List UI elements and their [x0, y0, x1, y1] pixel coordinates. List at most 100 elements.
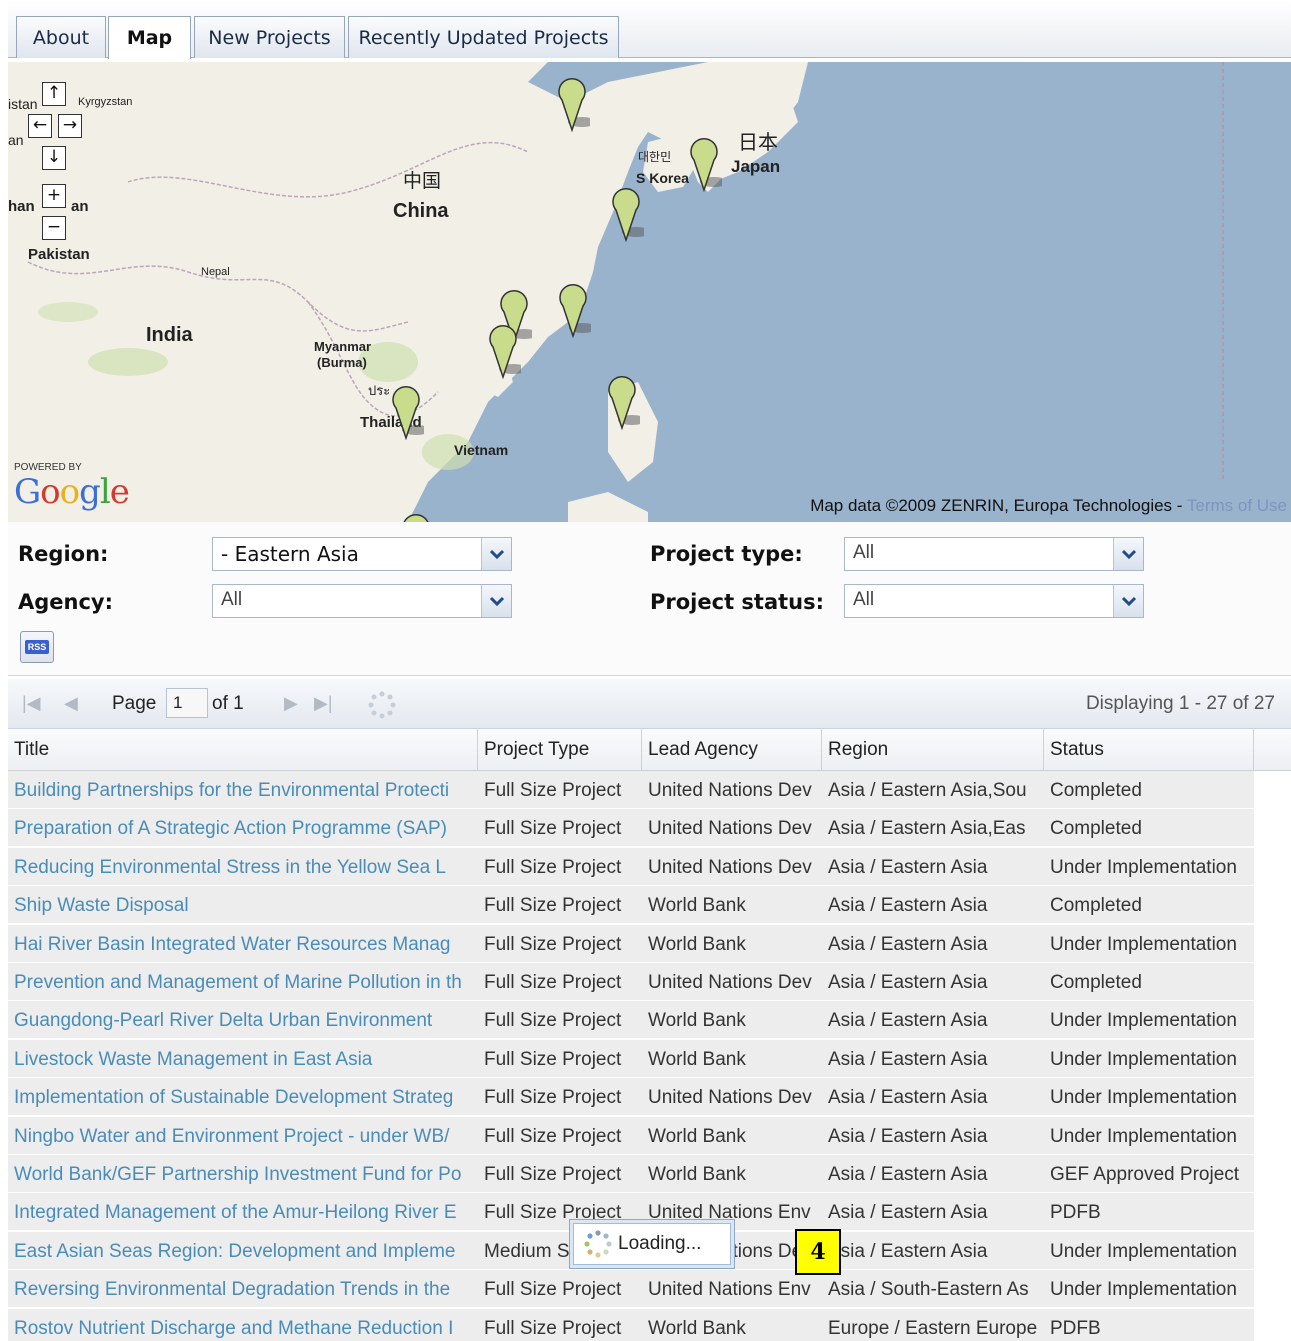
region-select[interactable]: - Eastern Asia — [212, 537, 512, 571]
last-page-icon[interactable]: ▶| — [314, 693, 333, 714]
cell-title[interactable]: Preparation of A Strategic Action Progra… — [8, 809, 478, 847]
table-row[interactable]: Ningbo Water and Environment Project - u… — [8, 1116, 1254, 1155]
chevron-down-icon[interactable] — [481, 585, 511, 617]
rss-button[interactable]: RSS — [20, 631, 54, 663]
table-row[interactable]: Building Partnerships for the Environmen… — [8, 771, 1254, 809]
agency-select[interactable]: All — [212, 584, 512, 618]
table-row[interactable]: Preparation of A Strategic Action Progra… — [8, 809, 1254, 848]
map-marker-icon[interactable] — [555, 276, 591, 338]
page-input[interactable]: 1 — [166, 688, 208, 718]
table-row[interactable]: Rostov Nutrient Discharge and Methane Re… — [8, 1308, 1254, 1341]
map-marker-icon[interactable] — [485, 317, 521, 379]
region-label: Region: — [18, 542, 109, 566]
table-row[interactable]: World Bank/GEF Partnership Investment Fu… — [8, 1155, 1254, 1193]
cell-title[interactable]: Reversing Environmental Degradation Tren… — [8, 1270, 478, 1308]
table-row[interactable]: Hai River Basin Integrated Water Resourc… — [8, 924, 1254, 963]
grid-header: Title Project Type Lead Agency Region St… — [8, 729, 1291, 771]
column-header-status[interactable]: Status — [1044, 729, 1254, 771]
tab-label: Map — [126, 27, 173, 49]
cell-title[interactable]: Integrated Management of the Amur-Heilon… — [8, 1193, 478, 1231]
column-header-title[interactable]: Title — [8, 729, 478, 771]
map-label-china: China — [393, 200, 449, 222]
map-label-india: India — [146, 324, 193, 346]
cell-title[interactable]: Reducing Environmental Stress in the Yel… — [8, 848, 478, 886]
cell-title[interactable]: Rostov Nutrient Discharge and Methane Re… — [8, 1309, 478, 1341]
map-marker-icon[interactable] — [388, 378, 424, 440]
cell-title[interactable]: Prevention and Management of Marine Poll… — [8, 963, 478, 1001]
cell-title[interactable]: Ningbo Water and Environment Project - u… — [8, 1117, 478, 1155]
cell-lead-agency: United Nations Dev — [648, 856, 812, 878]
cell-region: Asia / South-Eastern As — [828, 1279, 1029, 1301]
pan-left-icon[interactable]: ← — [28, 114, 52, 138]
next-page-icon[interactable]: ▶ — [284, 693, 298, 714]
cell-title[interactable]: Hai River Basin Integrated Water Resourc… — [8, 925, 478, 963]
column-header-lead-agency[interactable]: Lead Agency — [642, 729, 822, 771]
cell-region: Asia / Eastern Asia — [828, 1125, 988, 1147]
refresh-icon[interactable] — [368, 691, 396, 719]
map-marker-icon[interactable] — [608, 180, 644, 242]
tab-label: About — [32, 26, 90, 49]
column-header-region[interactable]: Region — [822, 729, 1044, 771]
cell-title[interactable]: Building Partnerships for the Environmen… — [8, 771, 478, 809]
first-page-icon[interactable]: |◀ — [22, 693, 41, 714]
table-row[interactable]: Reducing Environmental Stress in the Yel… — [8, 847, 1254, 886]
table-row[interactable]: Prevention and Management of Marine Poll… — [8, 963, 1254, 1001]
rss-icon: RSS — [24, 640, 50, 654]
table-row[interactable]: Guangdong-Pearl River Delta Urban Enviro… — [8, 1001, 1254, 1040]
prev-page-icon[interactable]: ◀ — [64, 693, 78, 714]
map-label-nepal: Nepal — [201, 266, 230, 278]
map-marker-icon[interactable] — [554, 70, 590, 132]
column-header-project-type[interactable]: Project Type — [478, 729, 642, 771]
cell-lead-agency: World Bank — [648, 1010, 746, 1032]
project-type-value: All — [853, 542, 875, 563]
of-pages-label: of 1 — [212, 693, 244, 714]
cell-title[interactable]: World Bank/GEF Partnership Investment Fu… — [8, 1155, 478, 1193]
project-type-select[interactable]: All — [844, 537, 1144, 571]
cell-status: Under Implementation — [1050, 1010, 1237, 1032]
filter-panel: Region: - Eastern Asia Agency: All Proje… — [8, 522, 1291, 676]
chevron-down-icon[interactable] — [481, 538, 511, 570]
zoom-out-icon[interactable]: − — [42, 216, 66, 240]
pan-down-icon[interactable]: ↓ — [42, 146, 66, 170]
project-type-label: Project type: — [650, 542, 803, 566]
cell-lead-agency: World Bank — [648, 1125, 746, 1147]
tab-bar: About Map New Projects Recently Updated … — [8, 0, 1291, 59]
table-row[interactable]: Implementation of Sustainable Developmen… — [8, 1078, 1254, 1117]
cell-title[interactable]: East Asian Seas Region: Development and … — [8, 1232, 478, 1270]
cell-title[interactable]: Livestock Waste Management in East Asia — [8, 1040, 478, 1078]
tab-new-projects[interactable]: New Projects — [194, 16, 345, 58]
cell-lead-agency: United Nations Dev — [648, 1087, 812, 1109]
cell-region: Asia / Eastern Asia — [828, 933, 988, 955]
terms-of-use-link[interactable]: Terms of Use — [1187, 496, 1287, 515]
map-label-thai-native: ประ — [368, 383, 391, 398]
google-logo[interactable]: Google — [14, 472, 130, 512]
pan-right-icon[interactable]: → — [58, 114, 82, 138]
map-marker-icon[interactable] — [398, 506, 434, 522]
chevron-down-icon[interactable] — [1113, 538, 1143, 570]
tab-about[interactable]: About — [16, 16, 106, 58]
cell-title[interactable]: Guangdong-Pearl River Delta Urban Enviro… — [8, 1001, 478, 1039]
map-label-an: an — [8, 132, 24, 148]
pan-up-icon[interactable]: ↑ — [42, 82, 66, 106]
chevron-down-icon[interactable] — [1113, 585, 1143, 617]
map-label-pakistan: Pakistan — [28, 246, 90, 263]
cell-title[interactable]: Implementation of Sustainable Developmen… — [8, 1078, 478, 1116]
table-row[interactable]: Reversing Environmental Degradation Tren… — [8, 1270, 1254, 1309]
tab-recently-updated-projects[interactable]: Recently Updated Projects — [348, 16, 619, 58]
cell-title[interactable]: Ship Waste Disposal — [8, 886, 478, 924]
project-status-select[interactable]: All — [844, 584, 1144, 618]
map-marker-icon[interactable] — [686, 130, 722, 192]
map-marker-icon[interactable] — [604, 368, 640, 430]
map-label-japan-native: 日本 — [738, 132, 778, 154]
cell-project-type: Full Size Project — [484, 933, 622, 955]
cell-project-type: Full Size Project — [484, 1164, 622, 1185]
tab-map[interactable]: Map — [108, 16, 191, 59]
table-row[interactable]: Livestock Waste Management in East Asia F… — [8, 1039, 1254, 1078]
cell-region: Asia / Eastern Asia — [828, 895, 988, 917]
table-row[interactable]: Ship Waste Disposal Full Size Project Worl… — [8, 886, 1254, 925]
cell-status: PDFB — [1050, 1317, 1101, 1339]
map-view[interactable]: istan Kyrgyzstan an han an Pakistan Nepa… — [8, 62, 1291, 522]
map-label-vietnam: Vietnam — [454, 442, 509, 458]
cell-region: Asia / Eastern Asia — [828, 1048, 988, 1070]
zoom-in-icon[interactable]: + — [42, 184, 66, 208]
